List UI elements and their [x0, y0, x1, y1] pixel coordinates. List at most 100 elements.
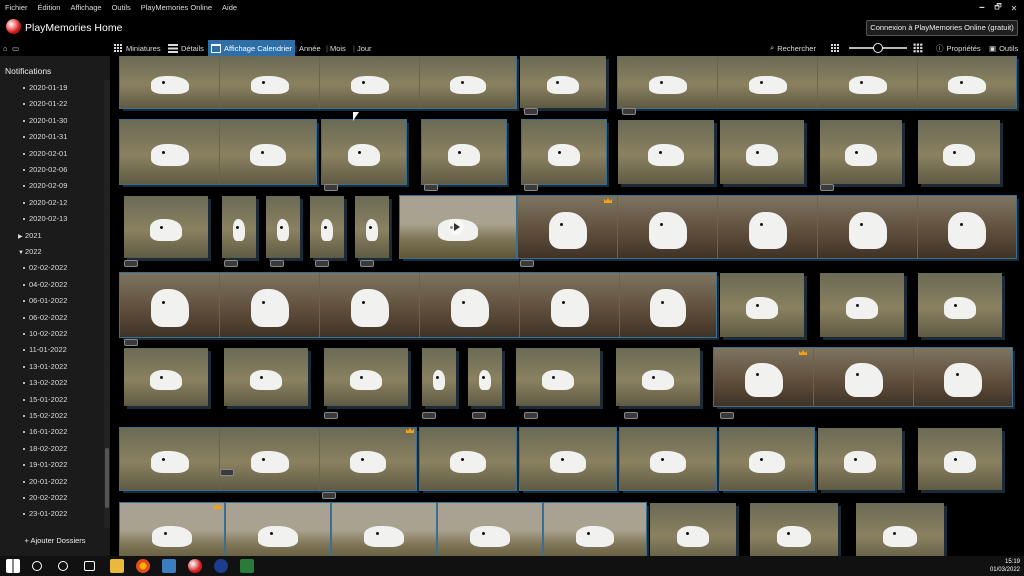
photo-thumbnail[interactable] — [856, 503, 944, 556]
photo-thumbnail[interactable] — [720, 120, 804, 184]
firefox-icon[interactable] — [136, 559, 150, 573]
folder-tree-item[interactable]: 18-02-2022 — [23, 441, 67, 457]
photo-thumbnail[interactable] — [543, 502, 647, 556]
folder-tree-item[interactable]: 2020-02-12 — [23, 195, 67, 211]
home-icon[interactable]: ⌂ — [3, 40, 8, 56]
photo-thumbnail[interactable] — [817, 56, 919, 109]
properties-button[interactable]: ⓘ Propriétés — [936, 40, 981, 56]
calculator-icon[interactable] — [162, 559, 176, 573]
folder-tree-item[interactable]: 2020-02-09 — [23, 178, 67, 194]
sidebar-scrollbar-thumb[interactable] — [105, 448, 109, 508]
view-miniatures-button[interactable]: Miniatures — [114, 40, 161, 56]
photo-thumbnail[interactable] — [719, 427, 815, 491]
app-green-icon[interactable] — [240, 559, 254, 573]
group-expand-icon[interactable] — [520, 260, 534, 267]
task-view-icon[interactable] — [84, 561, 95, 571]
group-expand-icon[interactable] — [124, 260, 138, 267]
photo-thumbnail[interactable] — [618, 120, 714, 184]
view-calendar-button[interactable]: Affichage Calendrier — [208, 40, 295, 56]
folder-tree-item[interactable]: 13-01-2022 — [23, 359, 67, 375]
group-expand-icon[interactable] — [424, 184, 438, 191]
folder-tree-item[interactable]: 11-01-2022 — [23, 342, 67, 358]
photo-thumbnail[interactable] — [119, 272, 221, 338]
close-button[interactable]: ✕ — [1006, 4, 1022, 13]
photo-thumbnail[interactable] — [813, 347, 915, 407]
photo-thumbnail[interactable] — [419, 56, 517, 109]
photo-thumbnail[interactable] — [319, 427, 417, 491]
photo-thumbnail[interactable] — [820, 120, 902, 184]
group-expand-icon[interactable] — [124, 339, 138, 346]
photo-thumbnail[interactable] — [419, 272, 521, 338]
group-expand-icon[interactable] — [524, 108, 538, 115]
folder-tree-item[interactable]: 06-01-2022 — [23, 293, 67, 309]
photo-thumbnail[interactable] — [355, 196, 389, 258]
folder-tree-item[interactable]: 20-02-2022 — [23, 490, 67, 506]
photo-thumbnail[interactable] — [124, 348, 208, 406]
folder-tree-item[interactable]: 15-02-2022 — [23, 408, 67, 424]
folder-tree-group[interactable]: ▼2022 — [18, 244, 42, 260]
photo-thumbnail[interactable] — [650, 503, 736, 556]
tools-button[interactable]: ▣ Outils — [989, 40, 1018, 56]
expand-down-icon[interactable]: ▼ — [18, 245, 25, 261]
search-button[interactable]: ⌕ Rechercher — [770, 40, 816, 56]
month-tab[interactable]: | Mois — [324, 40, 346, 56]
photo-thumbnail[interactable] — [321, 119, 407, 185]
group-expand-icon[interactable] — [315, 260, 329, 267]
photo-thumbnail[interactable] — [519, 427, 617, 491]
folder-tree-item[interactable]: 16-01-2022 — [23, 424, 67, 440]
view-details-button[interactable]: Détails — [168, 40, 204, 56]
group-expand-icon[interactable] — [224, 260, 238, 267]
folder-tree-item[interactable]: 02-02-2022 — [23, 260, 67, 276]
photo-thumbnail[interactable] — [331, 502, 437, 556]
group-expand-icon[interactable] — [220, 469, 234, 476]
folder-tree-item[interactable]: 2020-01-30 — [23, 113, 67, 129]
photo-thumbnail[interactable] — [750, 503, 838, 556]
playmemories-taskbar-icon[interactable] — [188, 559, 202, 573]
photo-thumbnail[interactable] — [266, 196, 300, 258]
photo-thumbnail[interactable] — [619, 272, 717, 338]
photo-thumbnail[interactable] — [310, 196, 344, 258]
folder-tree-item[interactable]: 23-01-2022 — [23, 506, 67, 522]
photo-thumbnail[interactable] — [219, 272, 321, 338]
start-icon[interactable] — [6, 559, 20, 573]
folder-tree-item[interactable]: 13-02-2022 — [23, 375, 67, 391]
group-expand-icon[interactable] — [322, 492, 336, 499]
photo-thumbnail[interactable] — [918, 428, 1002, 490]
group-expand-icon[interactable] — [360, 260, 374, 267]
folder-tree-item[interactable]: 06-02-2022 — [23, 310, 67, 326]
photo-thumbnail[interactable] — [419, 427, 517, 491]
photo-thumbnail[interactable] — [124, 196, 208, 258]
photo-thumbnail[interactable] — [520, 56, 606, 108]
group-expand-icon[interactable] — [324, 412, 338, 419]
photo-thumbnail[interactable] — [817, 195, 919, 259]
photo-thumbnail[interactable] — [119, 119, 221, 185]
restore-button[interactable]: 🗗 — [990, 1, 1006, 15]
folder-tree-item[interactable]: 04-02-2022 — [23, 277, 67, 293]
photo-thumbnail[interactable] — [222, 196, 256, 258]
photo-thumbnail[interactable] — [319, 56, 421, 109]
photo-thumbnail[interactable] — [219, 56, 321, 109]
day-tab[interactable]: | Jour — [351, 40, 372, 56]
small-thumbnails-button[interactable] — [831, 40, 843, 56]
photo-thumbnail[interactable] — [468, 348, 502, 406]
photo-thumbnail[interactable] — [617, 195, 719, 259]
minimize-button[interactable]: 🗕 — [974, 1, 990, 15]
photo-thumbnail[interactable] — [717, 195, 819, 259]
menu-tools[interactable]: Outils — [107, 0, 136, 16]
large-thumbnails-button[interactable] — [913, 40, 926, 56]
computer-icon[interactable]: ▭ — [12, 40, 19, 56]
zoom-slider-handle[interactable] — [873, 43, 883, 53]
group-expand-icon[interactable] — [524, 184, 538, 191]
photo-thumbnail[interactable] — [616, 348, 700, 406]
group-expand-icon[interactable] — [720, 412, 734, 419]
folder-tree-item[interactable]: 2020-01-19 — [23, 80, 67, 96]
year-tab[interactable]: | Année — [293, 40, 321, 56]
photo-thumbnail[interactable] — [219, 119, 317, 185]
folder-tree-item[interactable]: 2020-02-06 — [23, 162, 67, 178]
photo-thumbnail[interactable] — [918, 273, 1002, 337]
menu-file[interactable]: Fichier — [0, 0, 33, 16]
menu-edit[interactable]: Édition — [33, 0, 66, 16]
zoom-slider[interactable] — [849, 43, 907, 53]
video-play-icon[interactable] — [448, 219, 464, 235]
photo-thumbnail[interactable] — [319, 272, 421, 338]
